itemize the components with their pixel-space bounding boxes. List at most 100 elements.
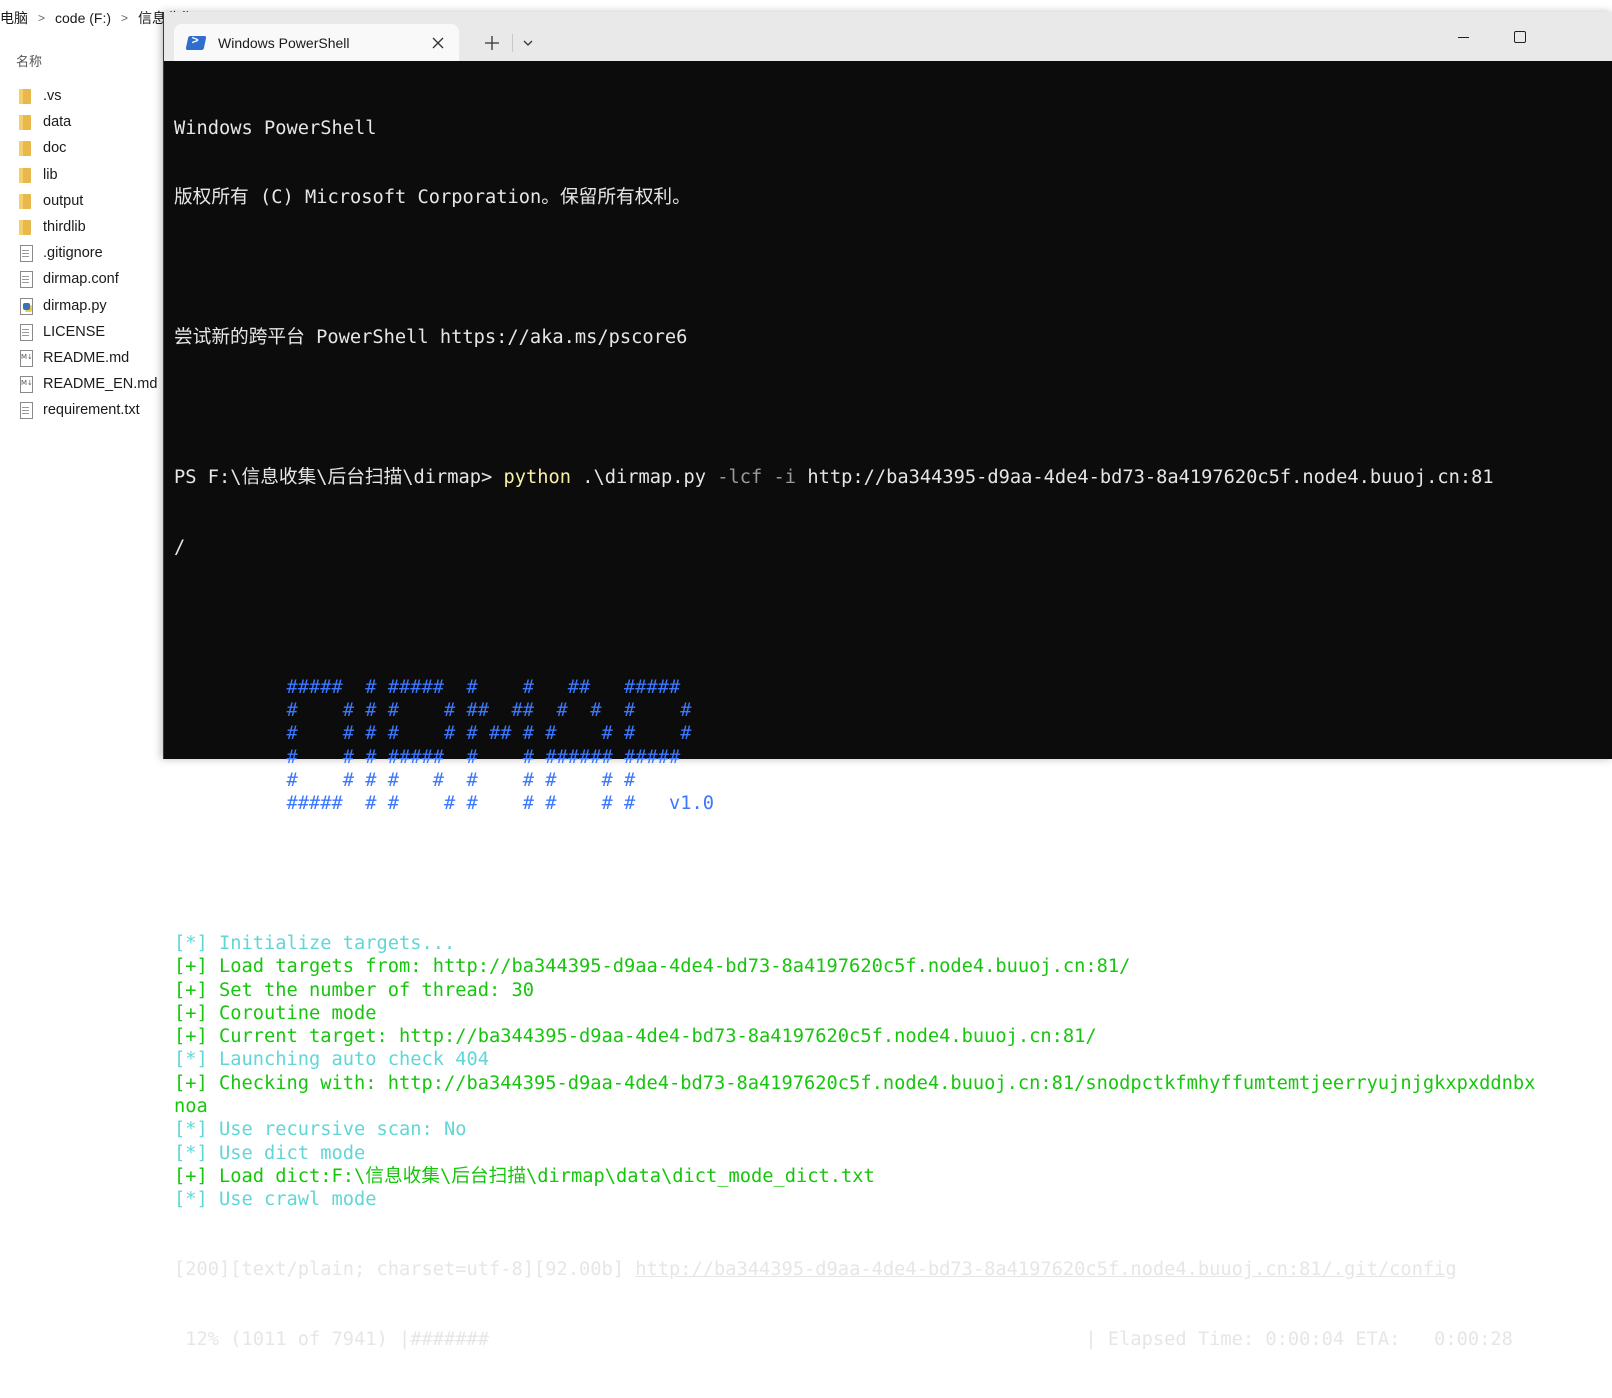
result-line: [200][text/plain; charset=utf-8][92.00b]… [174, 1258, 1604, 1281]
file-name: README.md [43, 349, 130, 366]
markdown-file-icon [18, 349, 34, 367]
minimize-icon [1457, 36, 1469, 38]
minimize-button[interactable] [1440, 22, 1486, 52]
log-text: Load dict:F:\信息收集\后台扫描\dirmap\data\dict_… [219, 1165, 875, 1187]
log-text: Use recursive scan: No [219, 1119, 467, 1141]
file-list-item[interactable]: doc [18, 135, 157, 161]
log-line: [+] Set the number of thread: 30 [174, 979, 1604, 1002]
maximize-icon [1514, 31, 1526, 43]
chevron-down-icon[interactable] [515, 30, 541, 56]
log-text: Launching auto check 404 [219, 1049, 490, 1071]
folder-icon [18, 167, 34, 183]
log-line: [+] Checking with: http://ba344395-d9aa-… [174, 1072, 1604, 1095]
file-list-item[interactable]: README.md [18, 345, 157, 371]
log-tag: [+] [174, 1072, 220, 1094]
file-list-item[interactable]: dirmap.conf [18, 266, 157, 292]
file-list: .vs data doc lib output thirdlib .gitignore dir… [18, 83, 157, 423]
file-name: dirmap.py [43, 297, 107, 314]
file-name: lib [43, 166, 58, 183]
file-name: output [43, 192, 84, 209]
progress-bar-line: 12% (1011 of 7941) |####### | Elapsed Ti… [174, 1329, 1513, 1351]
folder-icon [18, 140, 34, 157]
prompt: PS F:\信息收集\后台扫描\dirmap> [174, 467, 504, 489]
log-tag: [*] [174, 1189, 220, 1211]
powershell-icon [185, 35, 207, 50]
log-line: [+] Coroutine mode [174, 1002, 1604, 1025]
close-icon[interactable] [423, 28, 453, 58]
tab-windows-powershell[interactable]: Windows PowerShell [174, 24, 459, 61]
new-tab-button[interactable] [477, 30, 507, 56]
file-list-item[interactable]: requirement.txt [18, 397, 157, 423]
log-tag: [+] [174, 1165, 220, 1187]
file-name: data [43, 114, 72, 131]
log-line: [*] Use crawl mode [174, 1188, 1604, 1211]
file-name: doc [43, 140, 67, 157]
folder-icon [18, 114, 34, 131]
console-output[interactable]: Windows PowerShell 版权所有 (C) Microsoft Co… [174, 70, 1604, 1398]
tab-bar: Windows PowerShell [164, 12, 1612, 61]
chevron-right-icon: > [121, 11, 129, 25]
banner-line: # # # ##### # # ###### ##### [174, 746, 681, 768]
powershell-window: Windows PowerShell Windows PowerShell 版权… [163, 12, 1612, 1350]
console-line: Windows PowerShell [174, 117, 377, 139]
result-prefix: [200][text/plain; charset=utf-8][92.00b] [174, 1259, 636, 1281]
version-label: v1.0 [669, 793, 715, 815]
log-output: [*] Initialize targets... [+] Load target… [174, 932, 1604, 1212]
log-tag: [+] [174, 979, 220, 1001]
chevron-right-icon: > [38, 11, 46, 25]
ascii-banner: ##### # ##### # # ## ##### # # # # # ## … [174, 676, 1604, 816]
file-list-item[interactable]: dirmap.py [18, 293, 157, 319]
log-text: Load targets from: http://ba344395-d9aa-… [219, 956, 1131, 978]
log-tag: [*] [174, 1142, 220, 1164]
banner-line: # # # # # # # # # # [174, 769, 636, 791]
markdown-file-icon [18, 376, 34, 394]
file-list-item[interactable]: output [18, 188, 157, 214]
column-header-name[interactable]: 名称 [16, 51, 42, 70]
log-line: noa [174, 1095, 1604, 1118]
file-list-item[interactable]: .vs [18, 83, 157, 109]
log-line: [*] Initialize targets... [174, 932, 1604, 955]
banner-line: ##### # ##### # # ## ##### [174, 676, 681, 698]
file-list-item[interactable]: lib [18, 162, 157, 188]
log-tag: [*] [174, 1049, 220, 1071]
tab-title: Windows PowerShell [218, 34, 350, 51]
banner-line: ##### # # # # # # # # v1.0 [174, 793, 715, 815]
divider [512, 34, 513, 52]
file-icon [18, 245, 34, 263]
log-tag: [+] [174, 1026, 220, 1048]
log-tag: [*] [174, 1119, 220, 1141]
log-text: Initialize targets... [219, 932, 456, 954]
log-tag: [+] [174, 956, 220, 978]
console-line: 版权所有 (C) Microsoft Corporation。保留所有权利。 [174, 187, 691, 209]
command-script: .\dirmap.py [571, 467, 718, 489]
banner-line: # # # # # ## ## # # # # [174, 700, 692, 722]
file-icon [18, 402, 34, 420]
folder-icon [18, 193, 34, 209]
log-text: Use dict mode [219, 1142, 366, 1164]
log-text: Set the number of thread: 30 [219, 979, 535, 1001]
log-text: Coroutine mode [219, 1002, 377, 1024]
file-list-item[interactable]: .gitignore [18, 240, 157, 266]
result-url-link[interactable]: http://ba344395-d9aa-4de4-bd73-8a4197620… [635, 1259, 1456, 1280]
console-line: 尝试新的跨平台 PowerShell https://aka.ms/pscore… [174, 327, 688, 349]
folder-icon [18, 219, 34, 236]
file-name: .gitignore [43, 245, 103, 262]
file-list-item[interactable]: README_EN.md [18, 371, 157, 397]
maximize-button[interactable] [1497, 22, 1543, 52]
breadcrumb-item-pc[interactable]: 电脑 [0, 8, 28, 28]
file-list-item[interactable]: thirdlib [18, 214, 157, 240]
command-flags: -lcf -i [717, 467, 797, 489]
log-line: [+] Current target: http://ba344395-d9aa… [174, 1025, 1604, 1048]
file-icon [18, 271, 34, 289]
command-url: http://ba344395-d9aa-4de4-bd73-8a4197620… [796, 467, 1494, 489]
file-name: requirement.txt [43, 402, 140, 419]
file-name: README_EN.md [43, 376, 158, 393]
log-tag: [*] [174, 932, 220, 954]
file-name: LICENSE [43, 323, 106, 340]
file-list-item[interactable]: data [18, 109, 157, 135]
breadcrumb-item-drive[interactable]: code (F:) [55, 10, 111, 26]
command-line: PS F:\信息收集\后台扫描\dirmap> python .\dirmap.… [174, 466, 1604, 489]
command-exe: python [503, 467, 572, 489]
python-file-icon [18, 297, 34, 315]
file-list-item[interactable]: LICENSE [18, 319, 157, 345]
